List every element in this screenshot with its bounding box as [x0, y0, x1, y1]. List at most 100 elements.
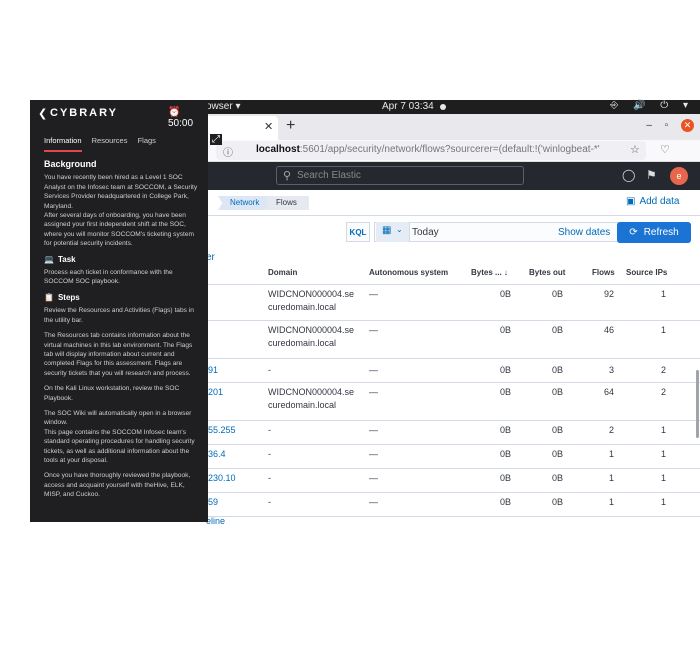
refresh-label: Refresh: [643, 227, 679, 238]
bytes-in-label: Bytes ...: [471, 268, 502, 277]
ip-address-link[interactable]: 230.10: [208, 472, 264, 484]
steps-paragraph-3: On the Kali Linux workstation, review th…: [44, 385, 180, 402]
cybrary-logo: CYBRARY: [50, 107, 118, 119]
information-content: Background You have recently been hired …: [44, 159, 202, 506]
tab-information[interactable]: Information: [44, 136, 82, 145]
ip-address-link[interactable]: 59: [208, 496, 264, 508]
add-data-label: Add data: [639, 196, 680, 207]
bytes-out-cell: 0B: [551, 449, 563, 459]
sidebar-tabs: Information Resources Flags: [44, 136, 164, 145]
bytes-in-cell: 0B: [499, 289, 511, 299]
active-app-menu[interactable]: owser ▾: [206, 101, 240, 112]
column-header-source-ips[interactable]: Source IPs: [626, 268, 667, 277]
search-placeholder: Search Elastic: [297, 170, 361, 181]
row-divider: [208, 382, 700, 383]
expand-icon[interactable]: ⤢: [210, 134, 222, 145]
task-heading-label: Task: [57, 254, 76, 264]
task-paragraph: Process each ticket in conformance with …: [44, 269, 173, 286]
task-heading: 💻 Task: [44, 255, 202, 264]
search-icon: ⚲: [283, 170, 292, 182]
domain-cell: -: [268, 365, 271, 375]
background-paragraph-2: After several days of onboarding, you ha…: [44, 212, 195, 248]
flows-cell: 1: [608, 473, 614, 483]
breadcrumb-flows: Flows: [264, 196, 309, 210]
domain-cell[interactable]: WIDCNON000004.se: [268, 386, 368, 398]
steps-heading-label: Steps: [57, 292, 80, 302]
site-info-icon[interactable]: ⓘ: [223, 144, 233, 159]
source-ips-cell: 2: [660, 387, 666, 397]
system-tray[interactable]: ⎆ 🔊 ⏻ ▾: [610, 100, 694, 111]
close-window-button[interactable]: ✕: [681, 119, 694, 132]
row-divider: [208, 516, 700, 517]
domain-cell[interactable]: curedomain.local: [268, 301, 368, 313]
column-header-flows[interactable]: Flows: [592, 268, 615, 277]
autonomous-system-cell: —: [369, 425, 378, 435]
url-text[interactable]: localhost:5601/app/security/network/flow…: [256, 144, 616, 155]
autonomous-system-cell: —: [369, 289, 378, 299]
bookmark-star-icon[interactable]: ☆: [630, 143, 640, 156]
bytes-out-cell: 0B: [551, 365, 563, 375]
bytes-out-cell: 0B: [551, 325, 563, 335]
column-header-bytes-out[interactable]: Bytes out: [529, 268, 565, 277]
refresh-icon: ⟳: [629, 227, 638, 238]
ip-address-link[interactable]: 55.255: [208, 424, 264, 436]
autonomous-system-cell: —: [369, 325, 378, 335]
add-data-icon: ▣: [626, 196, 636, 207]
autonomous-system-cell: —: [369, 449, 378, 459]
maximize-button[interactable]: ▫: [665, 120, 669, 131]
news-feed-icon[interactable]: ⚑: [646, 168, 657, 182]
elastic-search-input[interactable]: ⚲ Search Elastic: [276, 166, 524, 185]
domain-cell[interactable]: curedomain.local: [268, 337, 368, 349]
flows-cell: 1: [608, 497, 614, 507]
domain-cell[interactable]: curedomain.local: [268, 399, 368, 411]
domain-cell[interactable]: WIDCNON000004.se: [268, 288, 368, 300]
user-avatar[interactable]: e: [670, 167, 688, 185]
ip-address-link[interactable]: 91: [208, 364, 264, 376]
bytes-out-cell: 0B: [551, 473, 563, 483]
help-icon[interactable]: ◯: [622, 168, 635, 182]
add-data-button[interactable]: ▣ Add data: [626, 196, 680, 207]
flows-cell: 46: [603, 325, 614, 335]
date-range-value[interactable]: Today: [412, 227, 439, 238]
tab-resources[interactable]: Resources: [92, 136, 128, 145]
tab-close-icon[interactable]: ✕: [264, 120, 273, 133]
autonomous-system-cell: —: [369, 473, 378, 483]
autonomous-system-cell: —: [369, 497, 378, 507]
background-paragraph-1: You have recently been hired as a Level …: [44, 174, 198, 210]
column-header-domain[interactable]: Domain: [268, 268, 297, 277]
back-chevron-icon[interactable]: ❮: [38, 107, 47, 120]
window-controls: – ▫ ✕: [636, 119, 694, 132]
breadcrumb-network[interactable]: Network: [218, 196, 274, 210]
chevron-down-icon: ⌄: [396, 225, 403, 234]
system-clock[interactable]: Apr 7 03:34: [382, 101, 434, 112]
scrollbar-thumb[interactable]: [696, 370, 699, 438]
background-heading: Background: [44, 159, 97, 169]
column-header-autonomous-system[interactable]: Autonomous system: [369, 268, 448, 277]
bytes-in-cell: 0B: [499, 387, 511, 397]
bytes-out-cell: 0B: [551, 289, 563, 299]
refresh-button[interactable]: ⟳ Refresh: [617, 222, 691, 243]
source-ips-cell: 1: [660, 289, 666, 299]
steps-paragraph-6: Once you have thoroughly reviewed the pl…: [44, 472, 191, 499]
bytes-in-cell: 0B: [499, 497, 511, 507]
domain-cell[interactable]: WIDCNON000004.se: [268, 324, 368, 336]
pocket-icon[interactable]: ♡: [660, 143, 670, 156]
minimize-button[interactable]: –: [646, 120, 652, 131]
source-ips-cell: 1: [660, 497, 666, 507]
source-ips-cell: 1: [660, 425, 666, 435]
steps-paragraph-1: Review the Resources and Activities (Fla…: [44, 307, 194, 324]
kql-toggle[interactable]: KQL: [346, 222, 370, 242]
source-ips-cell: 1: [660, 473, 666, 483]
partial-link-bottom[interactable]: eline: [206, 516, 225, 526]
steps-paragraph-2: The Resources tab contains information a…: [44, 332, 193, 377]
bytes-in-cell: 0B: [499, 325, 511, 335]
source-ips-cell: 1: [660, 325, 666, 335]
active-tab-indicator: [44, 150, 82, 152]
tab-flags[interactable]: Flags: [138, 136, 156, 145]
ip-address-link[interactable]: 36.4: [208, 448, 264, 460]
url-path: :5601/app/security/network/flows?sourcer…: [299, 144, 600, 155]
new-tab-button[interactable]: +: [286, 117, 295, 135]
show-dates-link[interactable]: Show dates: [558, 227, 610, 238]
column-header-bytes-in[interactable]: Bytes ... ↓: [471, 268, 508, 277]
ip-address-link[interactable]: 201: [208, 386, 264, 398]
